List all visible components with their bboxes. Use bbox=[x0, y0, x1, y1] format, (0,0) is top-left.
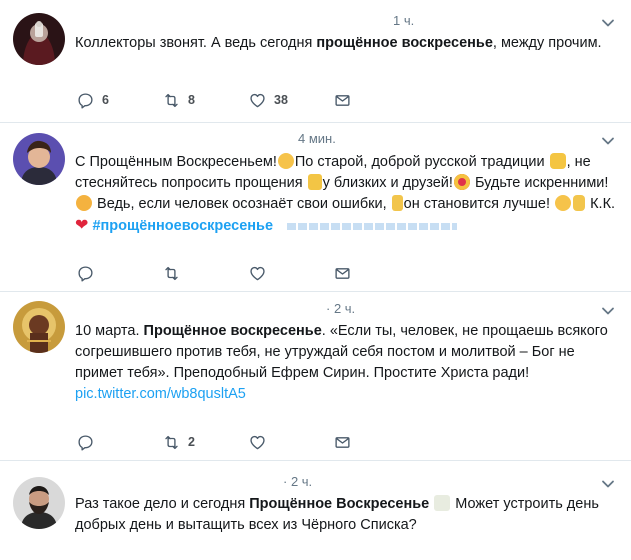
ok-hand-icon bbox=[573, 195, 586, 211]
tweet-text-part: , между прочим. bbox=[492, 35, 602, 51]
retweet-icon bbox=[163, 434, 180, 451]
dove-icon bbox=[434, 495, 451, 511]
tweet-2[interactable]: 4 мин. С Прощённым Воскресеньем! По старо… bbox=[0, 123, 631, 291]
retweet-button[interactable]: 8 bbox=[163, 90, 195, 110]
dm-button[interactable] bbox=[334, 90, 351, 110]
heart-icon bbox=[249, 434, 266, 451]
retweet-count: 2 bbox=[188, 435, 195, 449]
retweet-button[interactable]: 2 bbox=[163, 432, 195, 452]
pointing-up-icon bbox=[391, 195, 403, 211]
retweet-count: 8 bbox=[188, 93, 195, 107]
media-link[interactable]: pic.twitter.com/wb8qusltA5 bbox=[75, 386, 246, 402]
tweet-text-part: К.К. bbox=[586, 196, 616, 212]
reply-button[interactable] bbox=[77, 432, 94, 452]
folded-hands-icon bbox=[307, 174, 322, 190]
avatar[interactable] bbox=[13, 477, 65, 529]
reply-button[interactable]: 6 bbox=[77, 90, 109, 110]
reply-icon bbox=[77, 434, 94, 451]
tweet-text: Раз такое дело и сегодня Прощённое Воскр… bbox=[75, 494, 620, 536]
chevron-down-icon[interactable] bbox=[601, 304, 615, 318]
red-heart-icon: ❤ bbox=[75, 217, 89, 234]
dm-button[interactable] bbox=[334, 432, 351, 452]
tweet-text-part: Раз такое дело и сегодня bbox=[75, 496, 250, 512]
dm-button[interactable] bbox=[334, 263, 351, 283]
heart-eyes-icon bbox=[453, 174, 470, 190]
retweet-icon bbox=[163, 265, 180, 282]
tweet-text-part: С Прощённым Воскресеньем! bbox=[75, 154, 277, 170]
tweet-4[interactable]: · 2 ч. Раз такое дело и сегодня Прощённо… bbox=[0, 461, 631, 560]
tweet-1[interactable]: 1 ч. Коллекторы звонят. А ведь сегодня п… bbox=[0, 0, 631, 122]
reply-button[interactable] bbox=[77, 263, 94, 283]
heart-icon bbox=[249, 265, 266, 282]
heart-icon bbox=[249, 92, 266, 109]
retweet-button[interactable] bbox=[163, 263, 180, 283]
tweet-actions: 6 8 38 bbox=[77, 90, 377, 110]
like-count: 38 bbox=[274, 93, 288, 107]
chevron-down-icon[interactable] bbox=[601, 134, 615, 148]
tweet-text-part: 10 марта. bbox=[75, 323, 144, 339]
tweet-text-bold: Прощённое Воскресенье bbox=[249, 496, 430, 512]
tweet-time[interactable]: 4 мин. bbox=[298, 131, 336, 146]
tweet-actions: 2 bbox=[77, 432, 377, 452]
envelope-icon bbox=[334, 434, 351, 451]
like-button[interactable] bbox=[249, 263, 266, 283]
retweet-icon bbox=[163, 92, 180, 109]
reply-count: 6 bbox=[102, 93, 109, 107]
tweet-time[interactable]: 1 ч. bbox=[393, 13, 414, 28]
relieved-face-icon bbox=[277, 153, 294, 169]
tweet-text-part: он становится лучше! bbox=[403, 196, 551, 212]
like-button[interactable]: 38 bbox=[249, 90, 288, 110]
tweet-text-part: По старой, доброй русской традиции bbox=[294, 154, 545, 170]
tweet-text: Коллекторы звонят. А ведь сегодня прощён… bbox=[75, 33, 620, 54]
tweet-time[interactable]: · 2 ч. bbox=[326, 301, 355, 316]
avatar[interactable] bbox=[13, 13, 65, 65]
open-hands-icon bbox=[549, 153, 566, 169]
tweet-text-part: Ведь, если человек осознаёт свои ошибки, bbox=[93, 196, 387, 212]
tweet-text-bold: прощённое воскресенье bbox=[316, 35, 493, 51]
tweet-text-part: Коллекторы звонят. А ведь сегодня bbox=[75, 35, 317, 51]
tweet-text: 10 марта. Прощённое воскресенье. «Если т… bbox=[75, 321, 620, 405]
reply-icon bbox=[77, 92, 94, 109]
like-button[interactable] bbox=[249, 432, 266, 452]
hashtag-link[interactable]: #прощённоевоскресенье bbox=[92, 218, 273, 234]
blurred-text bbox=[287, 222, 458, 230]
smiling-hearts-icon bbox=[76, 195, 92, 211]
wink-face-icon bbox=[555, 195, 572, 211]
chevron-down-icon[interactable] bbox=[601, 477, 615, 491]
tweet-text-part: Будьте искренними! bbox=[470, 175, 609, 191]
tweet-text: С Прощённым Воскресеньем! По старой, добр… bbox=[75, 152, 620, 237]
avatar[interactable] bbox=[13, 133, 65, 185]
tweet-time[interactable]: · 2 ч. bbox=[283, 474, 312, 489]
tweet-text-bold: Прощённое воскресенье bbox=[143, 323, 322, 339]
tweet-3[interactable]: · 2 ч. 10 марта. Прощённое воскресенье. … bbox=[0, 292, 631, 460]
tweet-text-part: у близких и друзей! bbox=[322, 175, 453, 191]
tweet-actions bbox=[77, 263, 377, 283]
envelope-icon bbox=[334, 92, 351, 109]
envelope-icon bbox=[334, 265, 351, 282]
reply-icon bbox=[77, 265, 94, 282]
avatar[interactable] bbox=[13, 301, 65, 353]
chevron-down-icon[interactable] bbox=[601, 16, 615, 30]
